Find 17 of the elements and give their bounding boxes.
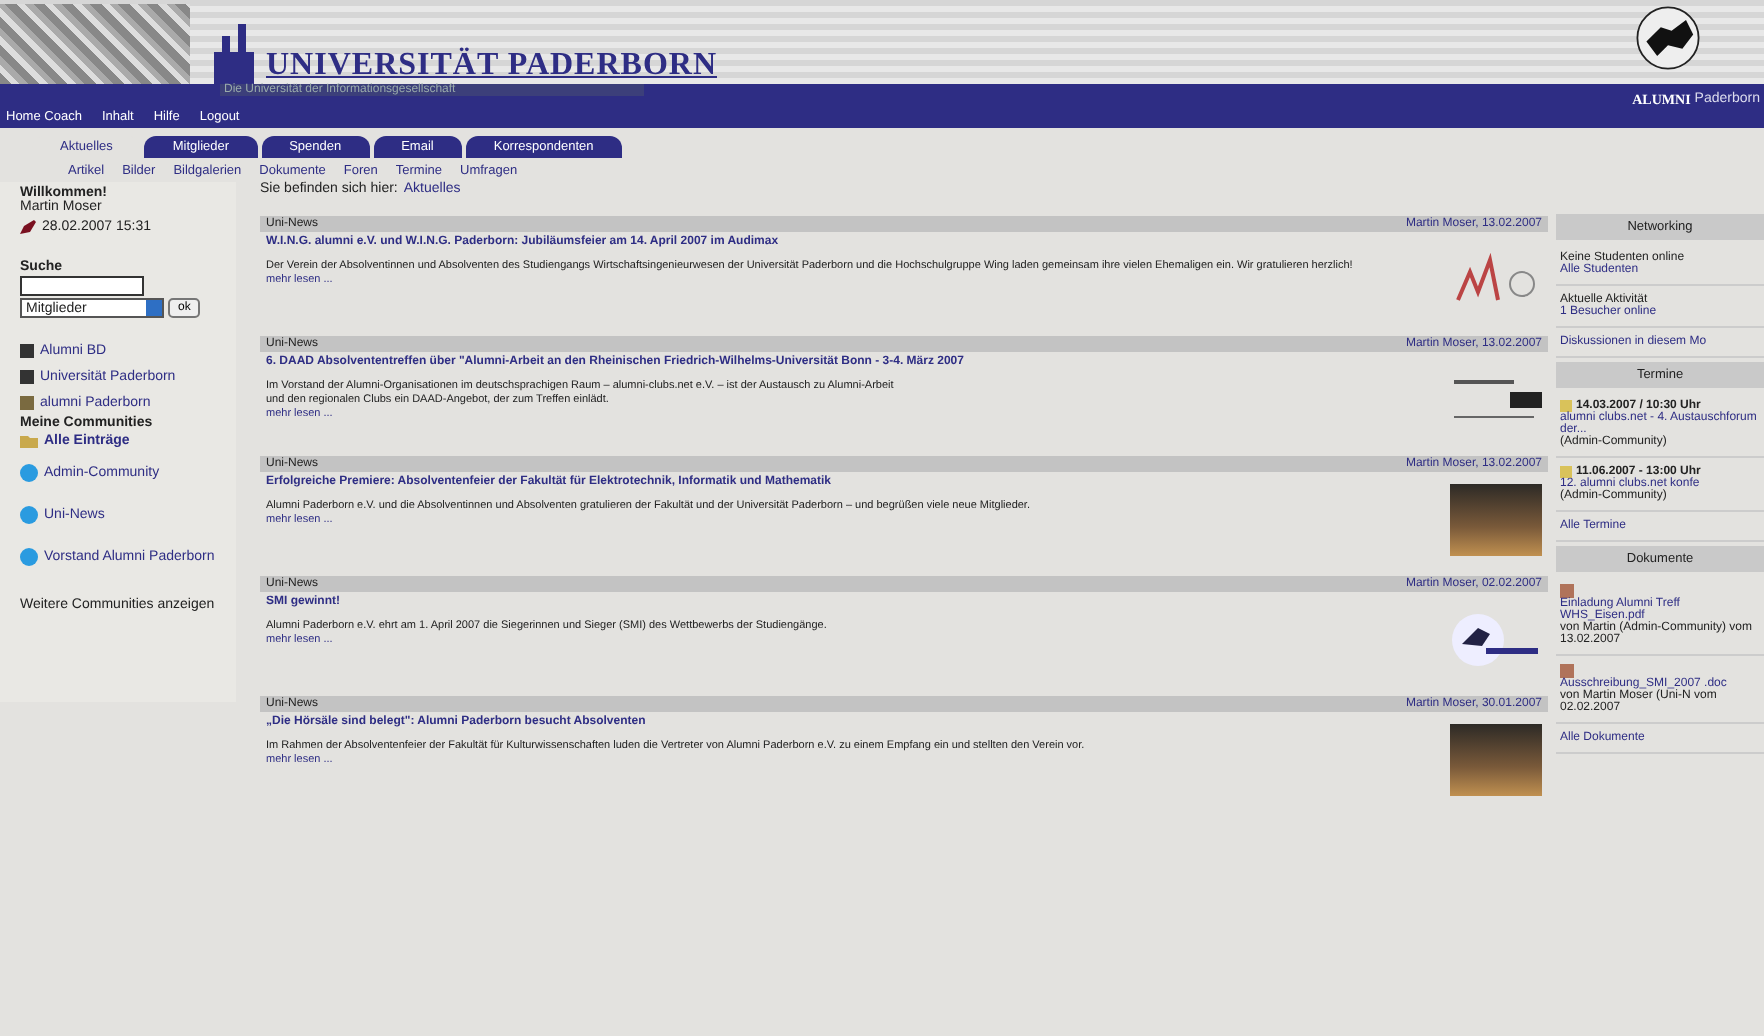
globe-icon xyxy=(20,506,38,524)
photo-placeholder xyxy=(1450,724,1542,796)
document-icon xyxy=(1560,584,1574,598)
globe-icon xyxy=(20,464,38,482)
university-name: UNIVERSITÄT PADERBORN xyxy=(266,48,717,83)
pen-icon xyxy=(20,220,36,234)
folder-icon xyxy=(20,434,38,448)
document-icon xyxy=(1560,664,1574,678)
square-icon xyxy=(20,344,34,358)
calendar-icon xyxy=(1560,400,1572,412)
search-field[interactable] xyxy=(20,276,144,296)
square-icon xyxy=(20,370,34,384)
calendar-icon xyxy=(1560,466,1572,478)
globe-icon xyxy=(1632,4,1704,72)
globe-icon xyxy=(20,548,38,566)
photo-placeholder xyxy=(1450,484,1542,556)
square-icon xyxy=(20,396,34,410)
